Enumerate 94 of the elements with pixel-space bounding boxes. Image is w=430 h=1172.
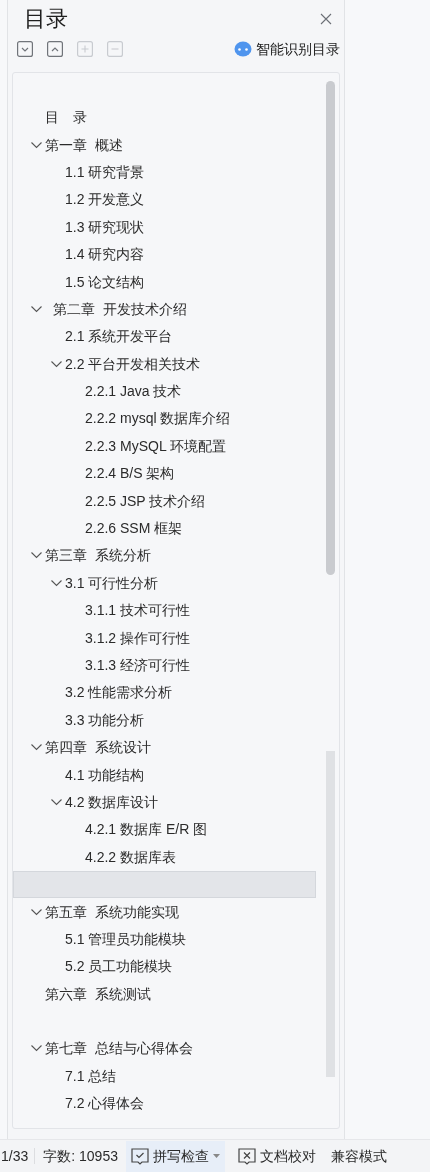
toc-row[interactable]: 1.3 研究现状 <box>13 213 316 241</box>
toc-row[interactable]: 2.1 系统开发平台 <box>13 323 316 351</box>
chevron-down-icon[interactable] <box>31 552 42 560</box>
toc-item-title: 3.3 功能分析 <box>65 710 145 730</box>
chevron-down-icon[interactable] <box>31 141 42 149</box>
toc-item-title: 2.2 平台开发相关技术 <box>65 354 201 374</box>
toc-row[interactable]: 第二章 开发技术介绍 <box>13 295 316 324</box>
toc-item-title: 2.2.5 JSP 技术介绍 <box>85 491 206 511</box>
toc-row[interactable]: 目 录 <box>13 104 316 132</box>
toc-row[interactable]: 第三章 系统分析 <box>13 542 316 570</box>
toc-row[interactable]: 1.2 开发意义 <box>13 186 316 214</box>
toc-row[interactable]: 4.2.1 数据库 E/R 图 <box>13 816 316 844</box>
word-count: 字数: 10953 <box>42 1146 119 1166</box>
toc-row[interactable]: 2.2.4 B/S 架构 <box>13 460 316 488</box>
proofread-button[interactable]: 文档校对 <box>232 1140 321 1172</box>
toc-row[interactable]: 2.2.3 MySQL 环境配置 <box>13 432 316 461</box>
toc-item-title: 1.2 开发意义 <box>65 190 145 210</box>
toc-item-title: 2.2.4 B/S 架构 <box>85 464 175 484</box>
chevron-down-icon[interactable] <box>31 744 42 752</box>
toc-item-title: 1.1 研究背景 <box>65 162 145 182</box>
panel-title: 目录 <box>24 5 68 33</box>
toc-row[interactable]: 3.1 可行性分析 <box>13 569 316 598</box>
toc-item-title: 2.2.6 SSM 框架 <box>85 519 183 539</box>
toc-row[interactable]: 5.2 员工功能模块 <box>13 953 316 981</box>
toc-item-title: 5.1 管理员功能模块 <box>65 929 187 949</box>
toc-item-title: 2.2.2 mysql 数据库介绍 <box>85 409 231 429</box>
toc-row[interactable]: 1.4 研究内容 <box>13 240 316 269</box>
toc-row[interactable]: 2.2 平台开发相关技术 <box>13 350 316 378</box>
toc-row[interactable]: 5.1 管理员功能模块 <box>13 925 316 954</box>
toc-item-title: 1.5 论文结构 <box>65 272 145 292</box>
toc-row[interactable]: 第六章 系统测试 <box>13 980 316 1008</box>
toc-row[interactable]: 3.1.3 经济可行性 <box>13 651 316 680</box>
toc-item-title: 3.1.2 操作可行性 <box>85 628 191 648</box>
toc-row[interactable]: 7.1 总结 <box>13 1062 316 1091</box>
toc-row[interactable]: 第五章 系统功能实现 <box>13 898 316 926</box>
toc-item-title: 5.2 员工功能模块 <box>65 957 173 977</box>
toc-row[interactable]: 1.5 论文结构 <box>13 268 316 296</box>
toc-row[interactable]: 2.2.2 mysql 数据库介绍 <box>13 405 316 433</box>
toc-row[interactable]: 3.1.2 操作可行性 <box>13 624 316 652</box>
cross-document-icon <box>237 1147 256 1165</box>
toc-item-title: 7.2 心得体会 <box>65 1094 145 1114</box>
close-icon[interactable] <box>320 12 332 25</box>
toc-row[interactable]: 2.2.6 SSM 框架 <box>13 514 316 543</box>
toc-row[interactable]: 7.2 心得体会 <box>13 1090 316 1118</box>
toc-row[interactable]: 3.2 性能需求分析 <box>13 679 316 707</box>
toc-row[interactable]: 第七章 总结与心得体会 <box>13 1035 316 1063</box>
chevron-down-icon[interactable] <box>31 908 42 916</box>
chevron-down-button[interactable] <box>17 41 33 57</box>
toc-row[interactable]: 4.2.2 数据库表 <box>13 843 316 871</box>
toc-item-title: 3.2 性能需求分析 <box>65 683 173 703</box>
toc-row[interactable]: 第一章 概述 <box>13 131 316 159</box>
cloud-icon <box>234 41 252 57</box>
toc-row[interactable]: 2.2.5 JSP 技术介绍 <box>13 487 316 515</box>
toc-item-title: 2.2.1 Java 技术 <box>85 382 182 402</box>
toc-row[interactable]: 1.1 研究背景 <box>13 158 316 187</box>
toc-item-title: 4.2.1 数据库 E/R 图 <box>85 820 208 840</box>
toc-row[interactable]: 4.1 功能结构 <box>13 761 316 789</box>
page-indicator: 1/33 <box>0 1146 30 1166</box>
chevron-down-icon[interactable] <box>51 579 62 587</box>
toc-item-title: 1.4 研究内容 <box>65 245 145 265</box>
smart-recognize-button[interactable]: 智能识别目录 <box>234 38 340 60</box>
toc-item-title: 第七章 总结与心得体会 <box>45 1039 193 1059</box>
chevron-down-icon[interactable] <box>31 1045 42 1053</box>
spell-check-button[interactable]: 拼写检查 <box>125 1140 225 1172</box>
chevron-down-icon[interactable] <box>31 305 42 313</box>
toc-item-title: 第六章 系统测试 <box>45 984 151 1004</box>
toc-item-title: 4.1 功能结构 <box>65 765 145 785</box>
toc-item-title: 第二章 开发技术介绍 <box>51 299 187 319</box>
toc-row[interactable]: 第四章 系统设计 <box>13 734 316 762</box>
toc-row[interactable]: 3.3 功能分析 <box>13 706 316 734</box>
toc-row[interactable]: 2.2.1 Java 技术 <box>13 377 316 406</box>
toc-item-title: 3.1.1 技术可行性 <box>85 601 191 621</box>
chevron-up-button[interactable] <box>47 41 63 57</box>
toc-item-title: 3.1 可行性分析 <box>65 573 159 593</box>
chevron-down-icon[interactable] <box>51 360 62 368</box>
chevron-down-icon[interactable] <box>51 798 62 806</box>
toc-item-title: 第三章 系统分析 <box>45 546 151 566</box>
toc-item-title: 目 录 <box>45 108 87 128</box>
toc-row[interactable]: 3.1.1 技术可行性 <box>13 597 316 625</box>
toc-item-title: 1.3 研究现状 <box>65 217 145 237</box>
toc-item-title: 7.1 总结 <box>65 1066 117 1086</box>
toc-item-title: 4.2.2 数据库表 <box>85 847 177 867</box>
toc-row[interactable]: 4.2 数据库设计 <box>13 788 316 817</box>
caret-icon[interactable] <box>212 1154 220 1158</box>
toc-item-title: 第四章 系统设计 <box>45 738 151 758</box>
toc-item-title: 第五章 系统功能实现 <box>45 902 179 922</box>
toc-item-title: 2.1 系统开发平台 <box>65 327 173 347</box>
toc-item-title: 3.1.3 经济可行性 <box>85 656 191 675</box>
toc-item-title: 2.2.3 MySQL 环境配置 <box>85 436 227 456</box>
check-document-icon <box>130 1147 149 1165</box>
compat-mode: 兼容模式 <box>330 1146 387 1166</box>
toc-item-title: 4.2 数据库设计 <box>65 792 159 812</box>
scrollbar-thumb[interactable] <box>326 81 335 575</box>
toc-item-title: 第一章 概述 <box>45 135 123 155</box>
